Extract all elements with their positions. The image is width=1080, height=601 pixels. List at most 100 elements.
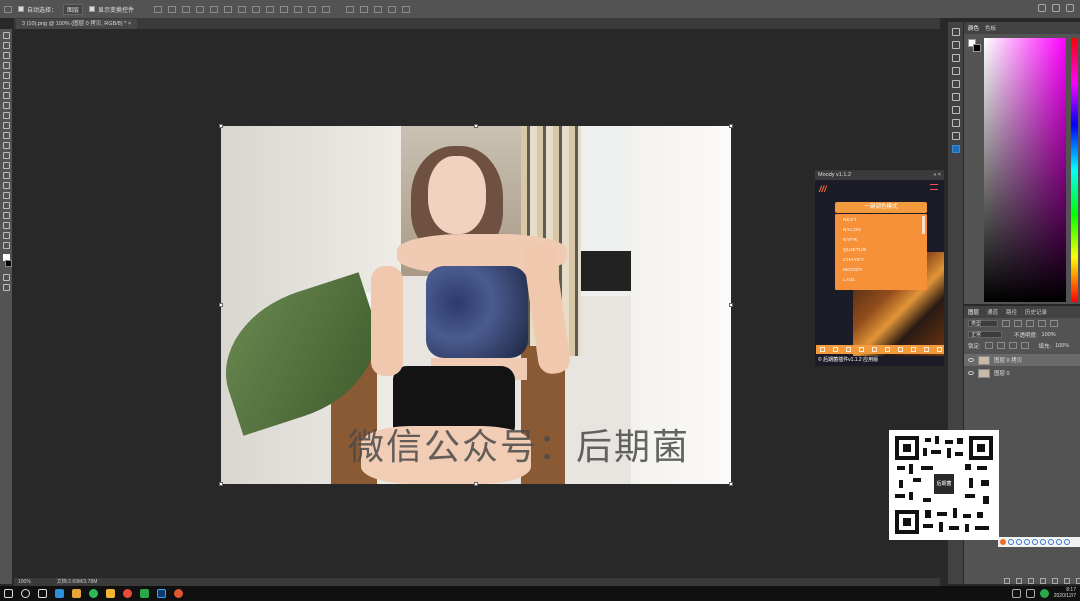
add-mask-icon[interactable]	[1028, 578, 1034, 584]
background-color-swatch[interactable]	[973, 44, 981, 52]
punctuation-icon[interactable]	[1016, 539, 1022, 545]
share-icon[interactable]	[1066, 4, 1074, 12]
transform-handle-ml[interactable]	[219, 303, 223, 307]
chinese-mode-icon[interactable]	[1008, 539, 1014, 545]
transform-handle-tr[interactable]	[729, 124, 733, 128]
3d-rotate-icon[interactable]	[346, 5, 355, 13]
preset-option[interactable]: MOODY	[835, 266, 927, 276]
preset-option[interactable]: NYLON	[835, 226, 927, 236]
dodge-tool-icon[interactable]	[2, 162, 10, 169]
transform-handle-bl[interactable]	[219, 482, 223, 486]
hamburger-menu-icon[interactable]	[930, 184, 938, 190]
shape-tool-icon[interactable]	[2, 202, 10, 209]
preset-option[interactable]: NEXT	[835, 216, 927, 226]
color-picker-field[interactable]	[984, 38, 1066, 302]
game-icon[interactable]	[174, 589, 183, 598]
zoom-level[interactable]: 100%	[18, 578, 31, 586]
folder-icon[interactable]	[106, 589, 115, 598]
layer-row[interactable]: 图层 0	[964, 367, 1080, 379]
3d-slide-icon[interactable]	[388, 5, 397, 13]
swap-colors-icon[interactable]	[2, 242, 10, 249]
actions-icon[interactable]	[951, 106, 960, 114]
moody-preset-dropdown[interactable]: NEXT NYLON NYFR QUIETUS CHAYEY MOODY LA3…	[835, 214, 927, 290]
filter-pixel-icon[interactable]	[1002, 320, 1010, 327]
clock[interactable]: 8:17 2020/12/7	[1054, 587, 1076, 599]
layer-kind-filter[interactable]: 类型	[968, 320, 998, 327]
distribute-bottom-icon[interactable]	[266, 5, 275, 13]
settings-icon[interactable]	[937, 347, 942, 352]
grid-icon[interactable]	[924, 347, 929, 352]
tab-swatches[interactable]: 色板	[985, 24, 996, 32]
auto-select-checkbox[interactable]: 自动选择：	[18, 5, 57, 14]
background-color-swatch[interactable]	[4, 260, 12, 267]
character-icon[interactable]	[951, 54, 960, 62]
distribute-top-icon[interactable]	[238, 5, 247, 13]
type-tool-icon[interactable]	[2, 182, 10, 189]
link-layers-icon[interactable]	[1004, 578, 1010, 584]
browser-icon[interactable]	[123, 589, 132, 598]
media-icon[interactable]	[140, 589, 149, 598]
swatches-icon[interactable]	[951, 41, 960, 49]
distribute-middle-icon[interactable]	[252, 5, 261, 13]
filter-smart-icon[interactable]	[1050, 320, 1058, 327]
camera-icon[interactable]	[833, 347, 838, 352]
glyphs-icon[interactable]	[951, 80, 960, 88]
blur-tool-icon[interactable]	[2, 152, 10, 159]
filter-adjustment-icon[interactable]	[1014, 320, 1022, 327]
brush-settings-icon[interactable]	[951, 28, 960, 36]
blend-mode-select[interactable]: 正常	[968, 331, 1002, 338]
opacity-value[interactable]: 100%	[1042, 332, 1056, 338]
search-icon[interactable]	[21, 589, 30, 598]
visibility-eye-icon[interactable]	[968, 371, 974, 375]
filter-shape-icon[interactable]	[1038, 320, 1046, 327]
brush-icon[interactable]	[859, 347, 864, 352]
antivirus-icon[interactable]	[1039, 589, 1049, 598]
eye-icon[interactable]	[872, 347, 877, 352]
task-view-icon[interactable]	[38, 589, 47, 598]
lock-pixels-icon[interactable]	[996, 342, 1005, 349]
search-icon[interactable]	[1038, 4, 1046, 12]
new-group-icon[interactable]	[1052, 578, 1058, 584]
delete-layer-icon[interactable]	[1076, 578, 1080, 584]
align-left-icon[interactable]	[196, 5, 205, 13]
paragraph-icon[interactable]	[951, 67, 960, 75]
align-bottom-icon[interactable]	[182, 5, 191, 13]
more-tools-icon[interactable]	[2, 232, 10, 239]
moody-plugin-icon[interactable]	[951, 145, 960, 153]
start-icon[interactable]	[4, 589, 13, 598]
path-selection-tool-icon[interactable]	[2, 192, 10, 199]
transform-handle-bm[interactable]	[474, 482, 478, 486]
moody-mode-button[interactable]: 一键调色模式	[835, 202, 927, 213]
visibility-eye-icon[interactable]	[968, 358, 974, 362]
sogou-logo-icon[interactable]	[1000, 539, 1006, 545]
toolbox-icon[interactable]	[1056, 539, 1062, 545]
auto-align-icon[interactable]	[322, 5, 331, 13]
zoom-tool-icon[interactable]	[2, 222, 10, 229]
3d-roll-icon[interactable]	[360, 5, 369, 13]
3d-pan-icon[interactable]	[374, 5, 383, 13]
dropdown-scrollbar[interactable]	[922, 216, 925, 234]
image-icon[interactable]	[911, 347, 916, 352]
preset-option[interactable]: CHAYEY	[835, 256, 927, 266]
volume-icon[interactable]	[1025, 589, 1035, 598]
distribute-left-icon[interactable]	[280, 5, 289, 13]
pen-tool-icon[interactable]	[2, 172, 10, 179]
history-icon[interactable]	[951, 93, 960, 101]
move-tool-icon[interactable]	[2, 32, 10, 39]
tab-color[interactable]: 颜色	[968, 24, 979, 32]
eyedropper-tool-icon[interactable]	[2, 82, 10, 89]
align-center-icon[interactable]	[210, 5, 219, 13]
adjustment-layer-icon[interactable]	[1040, 578, 1046, 584]
undo-icon[interactable]	[820, 347, 825, 352]
eraser-tool-icon[interactable]	[2, 132, 10, 139]
voice-icon[interactable]	[1032, 539, 1038, 545]
align-middle-icon[interactable]	[168, 5, 177, 13]
layer-style-icon[interactable]	[1016, 578, 1022, 584]
fill-value[interactable]: 100%	[1055, 343, 1069, 349]
settings-icon[interactable]	[1064, 539, 1070, 545]
marquee-tool-icon[interactable]	[2, 42, 10, 49]
photoshop-icon[interactable]	[157, 589, 166, 598]
wand-icon[interactable]	[898, 347, 903, 352]
distribute-center-icon[interactable]	[294, 5, 303, 13]
tab-channels[interactable]: 通道	[987, 308, 998, 316]
